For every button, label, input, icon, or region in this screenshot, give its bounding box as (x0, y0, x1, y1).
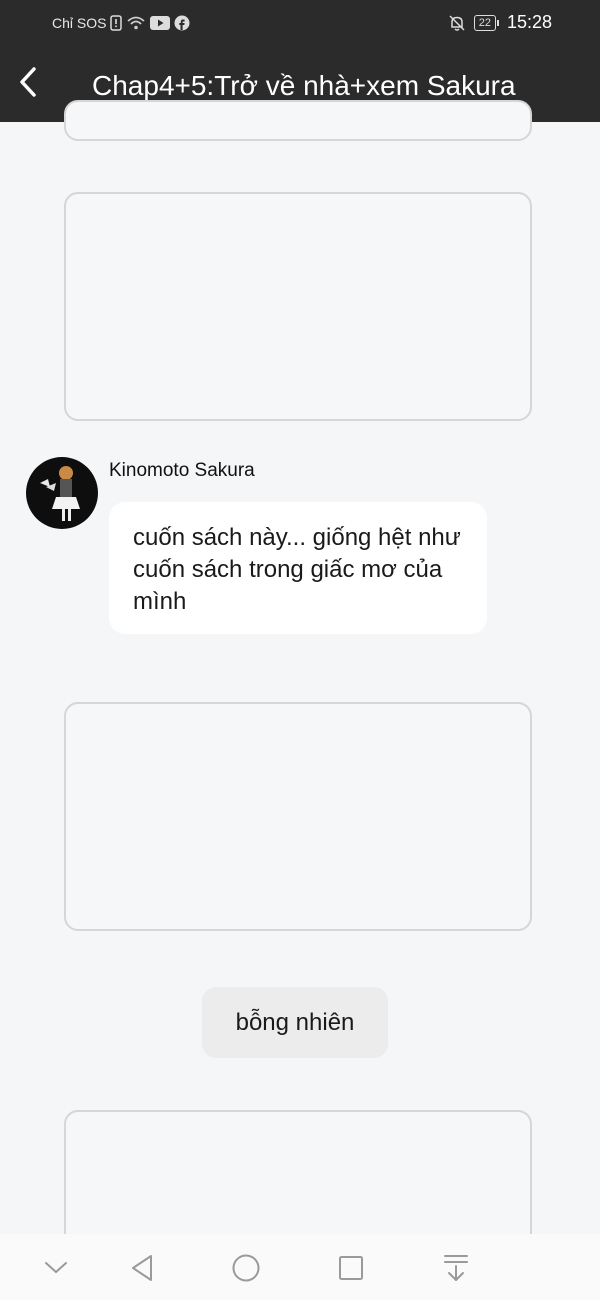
back-button[interactable] (10, 62, 46, 102)
sim-alert-icon (110, 15, 123, 31)
download-icon (444, 1255, 468, 1281)
carrier-label: Chỉ SOS (52, 15, 107, 31)
speaker-name: Kinomoto Sakura (109, 460, 255, 481)
chevron-left-icon (20, 67, 36, 97)
image-card[interactable] (64, 100, 532, 141)
chevron-down-icon (45, 1262, 67, 1274)
narration-bubble: bỗng nhiên (202, 987, 388, 1058)
nav-download-button[interactable] (438, 1250, 474, 1286)
nav-back-button[interactable] (124, 1250, 160, 1286)
nav-collapse-button[interactable] (38, 1250, 74, 1286)
chapter-title: Chap4+5:Trở về nhà+xem Sakura (92, 70, 516, 101)
status-bar: Chỉ SOS 22 15:28 (0, 0, 600, 48)
image-card[interactable] (64, 702, 532, 931)
recents-square-icon (339, 1256, 363, 1280)
bell-muted-icon (448, 14, 466, 32)
avatar[interactable] (26, 457, 98, 529)
wifi-icon (126, 15, 146, 31)
facebook-icon (174, 15, 190, 31)
status-right: 22 15:28 (448, 12, 552, 33)
back-triangle-icon (132, 1255, 152, 1281)
nav-home-button[interactable] (228, 1250, 264, 1286)
battery-icon: 22 (473, 14, 499, 31)
image-card[interactable] (64, 192, 532, 421)
message-bubble: cuốn sách này... giống hệt như cuốn sách… (109, 502, 487, 634)
system-nav-bar (0, 1234, 600, 1300)
status-left: Chỉ SOS (52, 15, 190, 31)
youtube-icon (150, 16, 171, 30)
nav-recents-button[interactable] (333, 1250, 369, 1286)
home-circle-icon (232, 1254, 260, 1282)
battery-level: 22 (473, 14, 496, 31)
clock: 15:28 (506, 12, 552, 32)
